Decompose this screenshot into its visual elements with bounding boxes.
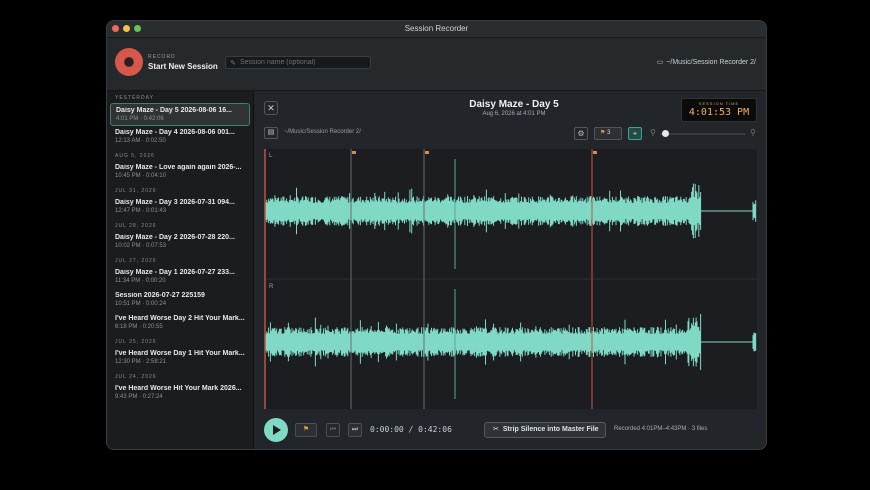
settings-button[interactable]: ⚙ [574,127,588,140]
folder-icon: ▭ [656,59,664,66]
recording-item-meta: 12:13 AM · 0:02:50 [115,138,166,144]
waveform-left-channel [264,183,757,239]
channel-right-label: R [269,284,274,290]
output-folder-path: ~/Music/Session Recorder 2/ [666,59,756,66]
flag-icon: ⚑ [302,426,310,433]
close-detail-button[interactable]: ✕ [264,101,278,115]
recording-item-title: Session 2026-07-27 225159 [115,292,205,299]
recording-item-title: Daisy Maze - Day 4 2026-08-06 001... [115,129,235,136]
recording-item-title: Daisy Maze - Day 5 2026-08-06 16... [116,107,232,114]
flag-marker [593,151,597,154]
recording-list-item[interactable]: Daisy Maze - Day 5 2026-08-06 16... 4:01 … [110,103,250,126]
next-flag-button[interactable]: ⏭ [348,423,362,437]
recorded-info: Recorded 4:01PM–4:43PM · 3 files [614,426,708,432]
title-bar: Session Recorder [107,21,766,38]
waveform-right-channel [264,314,757,370]
recording-list-item[interactable]: Daisy Maze - Day 3 2026-07-31 094... 12:4… [110,196,250,219]
sidebar-group-label: JUL 27, 2026 [115,258,157,264]
sidebar-group-label: JUL 28, 2026 [115,223,157,229]
transport-bar: ⚑ ⏮ ⏭ 0:00:00 / 0:42:06 ✂ Strip Silence i… [254,413,766,449]
flag-marker [352,151,356,154]
tag-icon: ✎ [230,60,236,67]
timecode: 0:00:00 / 0:42:06 [370,425,452,434]
close-icon: ✕ [267,103,275,113]
strip-silence-label: Strip Silence into Master File [502,426,599,433]
sidebar-group-label: JUL 25, 2026 [115,339,157,345]
recording-item-title: I've Heard Worse Hit Your Mark 2026... [115,385,242,392]
sidebar-group-label: AUG 5, 2026 [115,153,155,159]
channel-left-label: L [269,153,273,159]
session-time-label: SESSION TIME [698,101,740,106]
recording-list-item[interactable]: Daisy Maze - Day 4 2026-08-06 001... 12:1… [110,126,250,149]
recording-list-item[interactable]: I've Heard Worse Hit Your Mark 2026... 9:… [110,382,250,405]
recording-list-item[interactable]: Session 2026-07-27 225159 10:51 PM · 0:00… [110,289,250,312]
recording-title: Daisy Maze - Day 5 [469,99,559,110]
recording-item-title: Daisy Maze - Day 2 2026-07-28 220... [115,234,235,241]
waveform-toolbar: ▤ ~/Music/Session Recorder 2/ ⚙ ⚑ 3 ⌖ ⚲ … [264,127,756,141]
sidebar-group-label: JUL 31, 2026 [115,188,157,194]
recording-item-meta: 10:51 PM · 0:00:24 [115,301,167,307]
app-window: Session Recorder RECORD Start New Sessio… [106,20,767,450]
output-folder[interactable]: ▭ ~/Music/Session Recorder 2/ [657,58,756,66]
flags-button[interactable]: ⚑ 3 [594,127,622,140]
zoom-out-icon[interactable]: ⚲ [650,128,656,137]
flag-icon: ⚑ [600,130,606,136]
record-label: RECORD [148,54,176,60]
flag-count: 3 [607,130,611,136]
recording-path[interactable]: ~/Music/Session Recorder 2/ [284,129,361,135]
skip-forward-icon: ⏭ [351,426,359,433]
toggle-sidebar-button[interactable]: ▤ [264,127,278,139]
recording-item-meta: 4:01 PM · 0:42:06 [116,116,164,122]
crosshair-icon: ⌖ [632,129,638,138]
recording-item-meta: 9:43 PM · 0:27:24 [115,394,163,400]
sidebar-icon: ▤ [267,129,275,136]
recording-item-title: I've Heard Worse Day 1 Hit Your Mark... [115,350,245,357]
recording-date: Aug 6, 2026 at 4:01 PM [482,111,546,117]
recording-list-item[interactable]: I've Heard Worse Day 1 Hit Your Mark... 1… [110,347,250,370]
recording-item-meta: 12:30 PM · 2:58:21 [115,359,167,365]
recording-list-item[interactable]: Daisy Maze - Love again again 2026-... 10… [110,161,250,184]
session-name-input[interactable] [240,57,368,68]
session-name-field[interactable]: ✎ [225,56,371,69]
sidebar-group-label: YESTERDAY [115,95,154,101]
waveform-view[interactable]: LR [264,149,757,409]
record-icon [124,57,134,67]
recording-item-title: Daisy Maze - Love again again 2026-... [115,164,242,171]
recording-item-meta: 12:47 PM · 0:01:43 [115,208,167,214]
flag-marker [425,151,429,154]
scissors-icon: ✂ [493,426,499,433]
recordings-sidebar: YESTERDAY Daisy Maze - Day 5 2026-08-06 1… [107,91,254,449]
follow-playhead-button[interactable]: ⌖ [628,127,642,140]
zoom-slider-track[interactable] [660,133,746,135]
skip-back-icon: ⏮ [329,426,337,433]
waveform-canvas[interactable]: LR [264,149,757,409]
recording-item-title: I've Heard Worse Day 2 Hit Your Mark... [115,315,245,322]
play-button[interactable] [264,418,288,442]
start-session-label[interactable]: Start New Session [148,62,218,71]
recording-detail: ✕ Daisy Maze - Day 5 Aug 6, 2026 at 4:01… [254,91,766,449]
add-flag-button[interactable]: ⚑ [295,423,317,437]
gear-icon: ⚙ [577,129,585,138]
sidebar-group-label: JUL 24, 2026 [115,374,157,380]
session-time-value: 4:01:53 PM [688,107,750,118]
recording-item-title: Daisy Maze - Day 1 2026-07-27 233... [115,269,235,276]
session-time-display: SESSION TIME 4:01:53 PM [681,98,757,122]
recording-item-meta: 6:18 PM · 0:20:55 [115,324,163,330]
play-icon [273,425,281,435]
zoom-slider-knob[interactable] [662,130,669,137]
window-title: Session Recorder [404,24,469,33]
recording-list-item[interactable]: Daisy Maze - Day 2 2026-07-28 220... 10:0… [110,231,250,254]
recording-item-meta: 11:34 PM · 0:00:20 [115,278,166,284]
previous-flag-button[interactable]: ⏮ [326,423,340,437]
recording-item-meta: 10:02 PM · 0:07:53 [115,243,167,249]
recording-item-title: Daisy Maze - Day 3 2026-07-31 094... [115,199,235,206]
zoom-in-icon[interactable]: ⚲ [750,128,756,137]
recording-item-meta: 10:45 PM · 0:04:10 [115,173,167,179]
header-bar: RECORD Start New Session ✎ ▭~/Music/Sess… [107,38,766,91]
strip-silence-button[interactable]: ✂ Strip Silence into Master File [484,422,606,438]
record-button[interactable] [115,48,143,76]
recording-list-item[interactable]: Daisy Maze - Day 1 2026-07-27 233... 11:3… [110,266,250,289]
recording-list-item[interactable]: I've Heard Worse Day 2 Hit Your Mark... 6… [110,312,250,335]
